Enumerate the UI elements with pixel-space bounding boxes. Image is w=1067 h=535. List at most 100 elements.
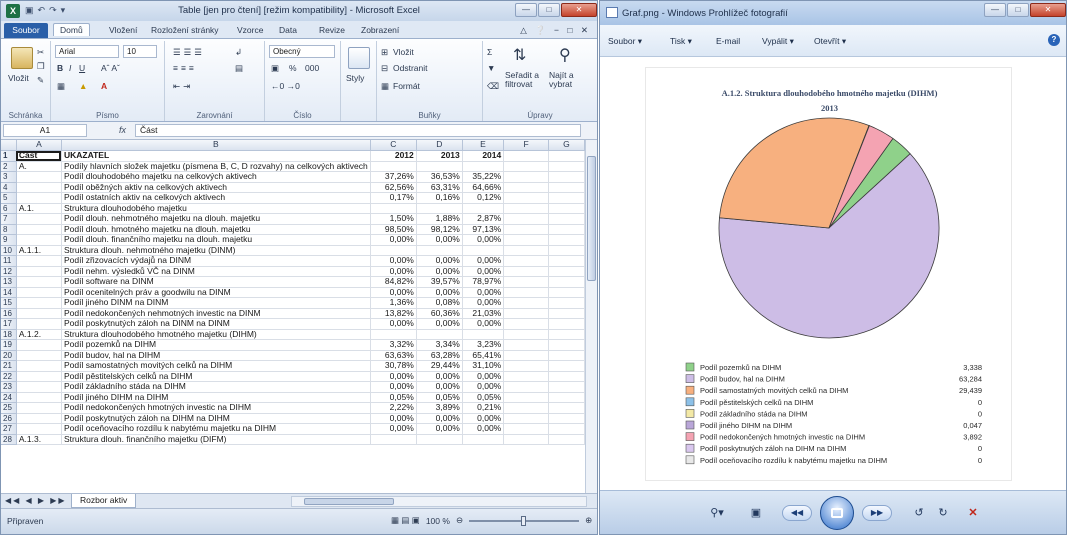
- cell-empty[interactable]: [503, 234, 549, 246]
- close-button[interactable]: ✕: [561, 3, 597, 17]
- cell-2012[interactable]: 98,50%: [370, 224, 417, 235]
- copy-icon[interactable]: ❐: [37, 61, 45, 72]
- styles-icon[interactable]: [348, 47, 370, 69]
- cell-indicator[interactable]: Podíl poskytnutých záloh na DINM na DINM: [61, 318, 371, 330]
- cell-2012[interactable]: 0,00%: [370, 413, 417, 424]
- cell-2013[interactable]: 98,12%: [416, 224, 463, 235]
- cell-2014[interactable]: 97,13%: [462, 224, 505, 235]
- paste-button[interactable]: Vložit: [8, 73, 29, 83]
- row-header[interactable]: 16: [1, 308, 17, 319]
- horizontal-align-icons[interactable]: ≡≡≡: [173, 63, 197, 73]
- horizontal-scroll-thumb[interactable]: [304, 498, 394, 505]
- cell-2013[interactable]: 60,36%: [416, 308, 463, 319]
- borders-icon[interactable]: ▦: [57, 81, 65, 92]
- autosum-icon[interactable]: Σ: [487, 47, 492, 57]
- cell-part[interactable]: [16, 287, 62, 298]
- table-row[interactable]: 11 Podíl zřizovacích výdajů na DINM 0,00% 0…: [1, 255, 585, 267]
- cell-empty[interactable]: [548, 266, 585, 277]
- paste-icon[interactable]: [11, 47, 33, 69]
- cell-empty[interactable]: [548, 392, 585, 403]
- cell-empty[interactable]: [548, 245, 585, 256]
- cell-part[interactable]: A.: [16, 161, 62, 172]
- cell-2014[interactable]: 35,22%: [462, 171, 505, 183]
- row-header[interactable]: 3: [1, 171, 17, 183]
- tab-page-layout[interactable]: Rozložení stránky: [151, 25, 219, 35]
- cell-empty[interactable]: [548, 434, 585, 445]
- cell-empty[interactable]: [548, 255, 585, 267]
- cell-part[interactable]: [16, 213, 62, 225]
- cell-empty[interactable]: [548, 150, 585, 162]
- delete-cells-button[interactable]: Odstranit: [393, 63, 428, 73]
- cell-empty[interactable]: [503, 371, 549, 382]
- cell-2013[interactable]: [416, 329, 463, 340]
- cell-indicator[interactable]: Podíl jiného DINM na DINM: [61, 297, 371, 309]
- rotate-left-icon[interactable]: ↺: [910, 503, 928, 523]
- table-row[interactable]: 10 A.1.1. Struktura dlouh. nehmotného maje…: [1, 245, 585, 256]
- cell-empty[interactable]: [548, 339, 585, 351]
- cell-empty[interactable]: [548, 329, 585, 340]
- cell-indicator[interactable]: Podíl oběžných aktiv na celkových aktive…: [61, 182, 371, 193]
- cell-2014[interactable]: 3,23%: [462, 339, 505, 351]
- cell-part[interactable]: [16, 171, 62, 183]
- cell-2014[interactable]: [462, 161, 505, 172]
- cell-indicator[interactable]: Podíl software na DINM: [61, 276, 371, 288]
- cell-empty[interactable]: [503, 150, 549, 162]
- cell-2014[interactable]: 0,00%: [462, 381, 505, 393]
- cell-indicator[interactable]: Podíl pozemků na DIHM: [61, 339, 371, 351]
- cell-2014[interactable]: 0,00%: [462, 234, 505, 246]
- wrap-text-icon[interactable]: ↲: [235, 47, 242, 58]
- cell-2012[interactable]: 0,00%: [370, 287, 417, 298]
- row-header[interactable]: 13: [1, 276, 17, 288]
- row-header[interactable]: 15: [1, 297, 17, 309]
- cell-empty[interactable]: [503, 224, 549, 235]
- table-row[interactable]: 25 Podíl nedokončených hmotných investic …: [1, 402, 585, 414]
- tab-home[interactable]: Domů: [53, 23, 90, 36]
- cell-indicator[interactable]: Podíl dlouh. finančního majetku na dlouh…: [61, 234, 371, 246]
- cell-2013[interactable]: [416, 245, 463, 256]
- merge-icon[interactable]: ▤: [235, 63, 243, 74]
- cell-2012[interactable]: [370, 203, 417, 214]
- cell-indicator[interactable]: Struktura dlouhodobého hmotného majetku …: [61, 329, 371, 340]
- cut-icon[interactable]: ✂: [37, 47, 44, 58]
- cell-2013[interactable]: 0,08%: [416, 297, 463, 309]
- cell-2012[interactable]: 62,56%: [370, 182, 417, 193]
- cell-empty[interactable]: [548, 213, 585, 225]
- view-mode-icons[interactable]: ▦ ▤ ▣: [391, 515, 420, 526]
- cell-2014[interactable]: 0,00%: [462, 287, 505, 298]
- formula-input[interactable]: Část: [135, 124, 581, 137]
- name-box[interactable]: A1: [3, 124, 87, 137]
- cell-part[interactable]: [16, 224, 62, 235]
- table-row[interactable]: 14 Podíl ocenitelných práv a goodwilu na …: [1, 287, 585, 298]
- cell-2014[interactable]: [462, 434, 505, 445]
- cell-2013[interactable]: 3,34%: [416, 339, 463, 351]
- table-row[interactable]: 8 Podíl dlouh. hmotného majetku na dlouh.…: [1, 224, 585, 235]
- cell-part[interactable]: [16, 392, 62, 403]
- cell-part[interactable]: A.1.2.: [16, 329, 62, 340]
- table-row[interactable]: 28 A.1.3. Struktura dlouh. finančního maje…: [1, 434, 585, 445]
- cell-part[interactable]: [16, 234, 62, 246]
- zoom-out-icon[interactable]: ⊖: [456, 515, 463, 526]
- cell-empty[interactable]: [503, 413, 549, 424]
- cell-empty[interactable]: [503, 192, 549, 204]
- find-select-icon[interactable]: ⚲: [559, 45, 571, 65]
- cell-indicator[interactable]: Podíl samostatných movitých celků na DIH…: [61, 360, 371, 372]
- cell-2014[interactable]: 0,05%: [462, 392, 505, 403]
- cell-2014[interactable]: 21,03%: [462, 308, 505, 319]
- cell-2012[interactable]: 2012: [370, 150, 417, 162]
- table-row[interactable]: 20 Podíl budov, hal na DIHM 63,63% 63,28% 65…: [1, 350, 585, 361]
- cell-indicator[interactable]: Podíl ocenitelných práv a goodwilu na DI…: [61, 287, 371, 298]
- sort-filter-icon[interactable]: ⇅: [513, 45, 526, 65]
- cell-2012[interactable]: 0,00%: [370, 266, 417, 277]
- cell-2014[interactable]: [462, 203, 505, 214]
- cell-2012[interactable]: 30,78%: [370, 360, 417, 372]
- cell-2014[interactable]: 0,00%: [462, 371, 505, 382]
- table-row[interactable]: 16 Podíl nedokončených nehmotných investi…: [1, 308, 585, 319]
- tab-review[interactable]: Revize: [319, 25, 345, 35]
- insert-cells-icon[interactable]: ⊞: [381, 47, 388, 58]
- cell-empty[interactable]: [503, 381, 549, 393]
- cell-part[interactable]: [16, 360, 62, 372]
- table-row[interactable]: 4 Podíl oběžných aktiv na celkových aktiv…: [1, 182, 585, 193]
- horizontal-scrollbar[interactable]: [291, 496, 587, 507]
- cell-2013[interactable]: 0,00%: [416, 381, 463, 393]
- zoom-slider[interactable]: [469, 515, 580, 526]
